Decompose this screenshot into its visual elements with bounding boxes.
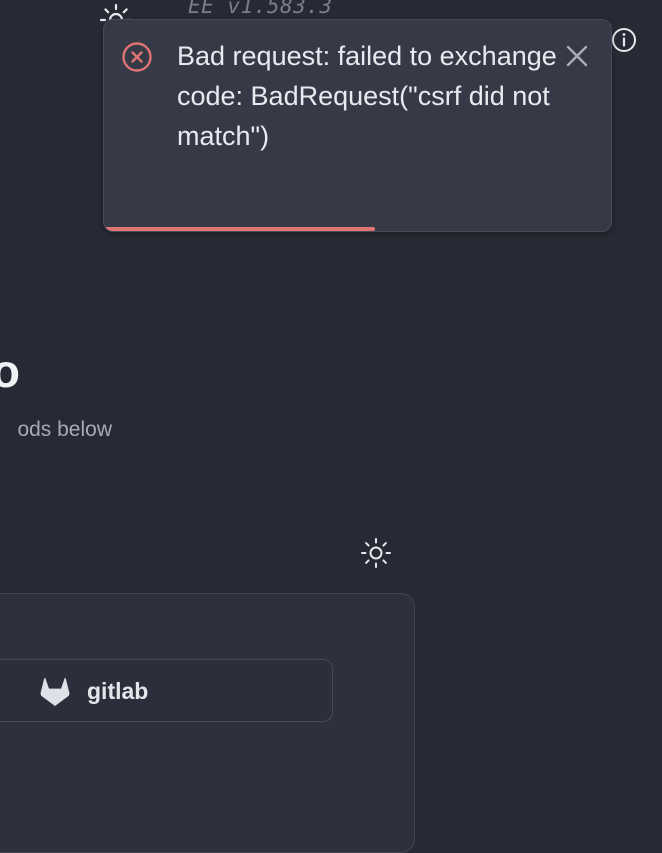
login-card (0, 593, 415, 853)
error-toast: Bad request: failed to exchange code: Ba… (103, 19, 612, 232)
toast-progress-bar (106, 227, 375, 231)
toast-progress-track (104, 227, 611, 231)
page-title: o (0, 345, 20, 397)
toast-message: Bad request: failed to exchange code: Ba… (177, 41, 557, 151)
close-icon[interactable] (563, 42, 591, 70)
version-label: EE v1.583.3 (188, 0, 333, 18)
gitlab-login-button[interactable]: gitlab (0, 659, 333, 722)
page-subtitle: ods below (17, 418, 112, 441)
info-icon[interactable] (611, 27, 637, 53)
error-circle-x-icon (122, 42, 152, 72)
gitlab-button-label: gitlab (87, 678, 149, 704)
sun-icon[interactable] (358, 535, 394, 571)
gitlab-icon (40, 677, 70, 706)
